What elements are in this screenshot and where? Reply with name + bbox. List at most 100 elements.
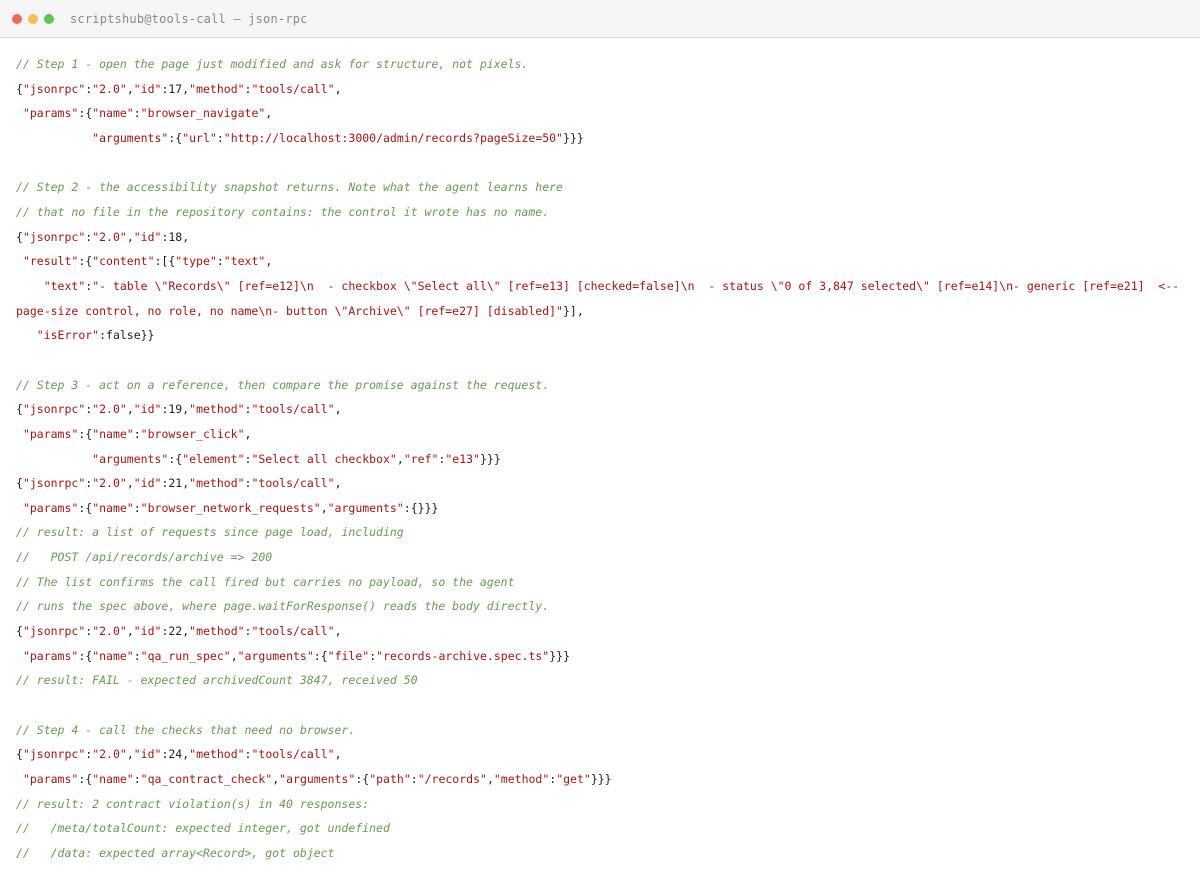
code-line: {"jsonrpc":"2.0","id":22,"method":"tools… bbox=[16, 619, 1192, 644]
code-punct: :{ bbox=[78, 426, 93, 441]
code-comment: // result: FAIL - expected archivedCount… bbox=[16, 673, 418, 688]
code-string: "method" bbox=[189, 81, 245, 96]
code-punct: }}} bbox=[563, 130, 584, 145]
code-punct: , bbox=[320, 500, 328, 515]
code-punct: :{ bbox=[78, 648, 93, 663]
code-punct bbox=[16, 772, 23, 786]
code-string: "id" bbox=[133, 476, 162, 491]
code-string: "arguments" bbox=[92, 451, 169, 466]
code-punct: : bbox=[216, 130, 224, 145]
code-punct: :{ bbox=[355, 772, 370, 787]
code-string: "method" bbox=[189, 624, 245, 639]
window-title: scriptshub@tools-call — json-rpc bbox=[70, 11, 308, 26]
code-punct bbox=[16, 131, 92, 145]
code-punct: , bbox=[126, 624, 134, 639]
code-line: "params":{"name":"qa_contract_check","ar… bbox=[16, 767, 1192, 792]
code-line: "params":{"name":"browser_click", bbox=[16, 422, 1192, 447]
code-string: "tools/call" bbox=[251, 747, 335, 762]
code-string: "id" bbox=[133, 81, 162, 96]
minimize-button[interactable] bbox=[28, 13, 38, 24]
code-punct bbox=[16, 328, 37, 342]
code-punct: :24, bbox=[161, 747, 190, 762]
code-string: "params" bbox=[22, 648, 79, 663]
code-punct: }}} bbox=[479, 451, 501, 466]
code-punct: : bbox=[133, 106, 141, 121]
code-line: // POST /api/records/archive => 200 bbox=[16, 545, 1192, 570]
code-punct: , bbox=[334, 476, 342, 491]
code-punct: : bbox=[133, 648, 141, 663]
code-punct: :{ bbox=[78, 772, 93, 787]
code-string: "qa_contract_check" bbox=[140, 772, 273, 787]
code-punct: }}} bbox=[590, 772, 612, 787]
code-comment: // POST /api/records/archive => 200 bbox=[16, 550, 273, 565]
code-punct: :21, bbox=[161, 476, 190, 491]
code-punct bbox=[16, 452, 92, 466]
code-string: "method" bbox=[189, 747, 245, 762]
code-punct: :19, bbox=[161, 402, 190, 417]
code-punct: { bbox=[16, 229, 23, 244]
code-string: "name" bbox=[92, 648, 134, 663]
code-punct: :18, bbox=[161, 229, 190, 244]
code-string: "2.0" bbox=[92, 402, 127, 417]
code-comment: // Step 3 - act on a reference, then com… bbox=[16, 377, 550, 392]
code-punct: , bbox=[334, 402, 342, 417]
code-string: "jsonrpc" bbox=[22, 476, 86, 491]
code-comment: // Step 4 - call the checks that need no… bbox=[16, 722, 356, 737]
code-punct: , bbox=[244, 426, 252, 441]
code-line: // Step 1 - open the page just modified … bbox=[16, 52, 1192, 77]
code-string: "jsonrpc" bbox=[22, 229, 86, 244]
code-string: "method" bbox=[493, 772, 550, 787]
code-string: "result" bbox=[22, 254, 79, 269]
code-line: "isError":false}} bbox=[16, 323, 1192, 348]
code-line: {"jsonrpc":"2.0","id":18, bbox=[16, 225, 1192, 250]
code-string: "url" bbox=[182, 130, 217, 145]
code-string: "method" bbox=[189, 476, 245, 491]
code-punct: , bbox=[230, 648, 238, 663]
code-punct: : bbox=[133, 772, 141, 787]
code-punct: , bbox=[396, 451, 404, 466]
code-punct: }}} bbox=[549, 648, 571, 663]
code-punct: :{ bbox=[78, 106, 93, 121]
code-line: // The list confirms the call fired but … bbox=[16, 570, 1192, 595]
code-string: "path" bbox=[369, 772, 411, 787]
code-string: "type" bbox=[175, 254, 217, 269]
code-string: "text" bbox=[223, 254, 266, 269]
code-string: "tools/call" bbox=[251, 81, 335, 96]
code-string: "isError" bbox=[36, 328, 100, 343]
code-punct: : bbox=[216, 254, 224, 269]
code-line: // Step 4 - call the checks that need no… bbox=[16, 718, 1192, 743]
code-line: "params":{"name":"browser_navigate", bbox=[16, 101, 1192, 126]
code-string: "2.0" bbox=[92, 624, 127, 639]
code-punct: , bbox=[126, 229, 134, 244]
title-bar: scriptshub@tools-call — json-rpc bbox=[0, 0, 1200, 38]
code-line: {"jsonrpc":"2.0","id":21,"method":"tools… bbox=[16, 471, 1192, 496]
code-comment: // result: a list of requests since page… bbox=[16, 525, 404, 540]
code-string: "jsonrpc" bbox=[22, 624, 86, 639]
code-string: "get" bbox=[556, 772, 591, 787]
code-string: "http://localhost:3000/admin/records?pag… bbox=[223, 130, 564, 145]
code-string: "params" bbox=[22, 426, 79, 441]
code-punct: , bbox=[126, 81, 134, 96]
code-string: "tools/call" bbox=[251, 624, 335, 639]
code-punct bbox=[16, 501, 23, 515]
code-string: "e13" bbox=[445, 451, 480, 466]
code-string: "jsonrpc" bbox=[22, 402, 86, 417]
code-line: "result":{"content":[{"type":"text", bbox=[16, 249, 1192, 274]
code-punct: : bbox=[133, 426, 141, 441]
code-punct bbox=[16, 254, 23, 268]
code-string: "id" bbox=[133, 624, 162, 639]
code-punct: }], bbox=[562, 303, 584, 318]
code-line: // result: 2 contract violation(s) in 40… bbox=[16, 792, 1192, 817]
code-string: "name" bbox=[92, 426, 134, 441]
code-string: "id" bbox=[133, 229, 162, 244]
code-string: "arguments" bbox=[279, 772, 356, 787]
code-string: "browser_click" bbox=[140, 426, 245, 441]
code-line: // Step 2 - the accessibility snapshot r… bbox=[16, 175, 1192, 200]
code-punct: :[{ bbox=[154, 254, 176, 269]
code-line: // /data: expected array<Record>, got ob… bbox=[16, 841, 1192, 866]
code-string: "jsonrpc" bbox=[22, 747, 86, 762]
code-comment: // /data: expected array<Record>, got ob… bbox=[16, 846, 335, 860]
zoom-button[interactable] bbox=[44, 13, 54, 24]
close-button[interactable] bbox=[12, 13, 22, 24]
